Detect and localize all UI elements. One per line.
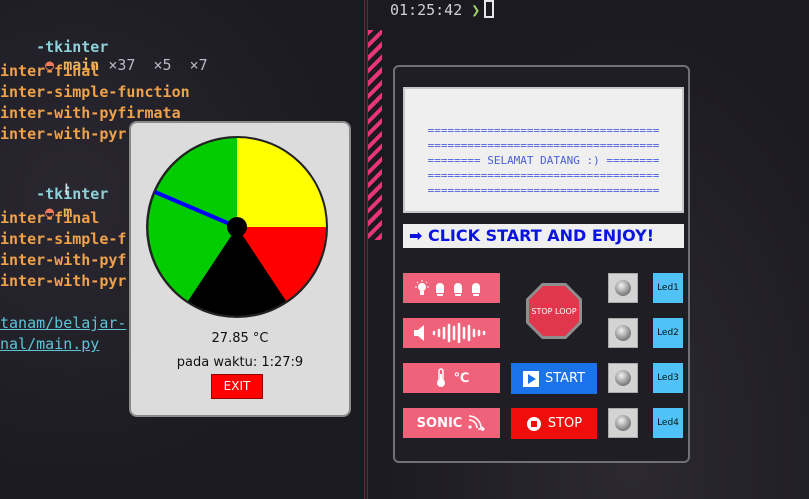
gauge-hub xyxy=(227,217,247,237)
list-item: inter-simple-f xyxy=(0,230,127,248)
ultrasonic-wave-icon xyxy=(468,415,486,431)
welcome-line: =================================== xyxy=(427,124,660,137)
list-item: inter-simple-function xyxy=(0,83,190,101)
stop-loop-label: STOP LOOP xyxy=(531,307,576,316)
prompt-dir: -tkinter xyxy=(36,38,109,56)
led-indicator-2 xyxy=(608,318,638,348)
buzzer-button[interactable] xyxy=(403,318,500,348)
path-link[interactable]: nal/main.py xyxy=(0,335,99,353)
control-panel-window[interactable]: =================================== =====… xyxy=(393,65,690,463)
list-item: inter-final xyxy=(0,209,100,227)
led4-button[interactable]: Led4 xyxy=(653,408,683,438)
list-item: inter-with-pyr xyxy=(0,272,127,290)
sonic-label: SONIC xyxy=(416,415,463,431)
decorative-stripe xyxy=(368,30,382,240)
temperature-button[interactable]: ℃ xyxy=(403,363,500,393)
i-beam-cursor-icon: I xyxy=(64,180,69,199)
list-item: inter-with-pyfirmata xyxy=(0,104,181,122)
prompt-arrow-icon: ❯ xyxy=(471,1,481,19)
start-label: START xyxy=(544,371,586,386)
stop-loop-button[interactable]: STOP LOOP xyxy=(525,282,583,340)
led-indicator-3 xyxy=(608,363,638,393)
terminal-cursor xyxy=(484,0,495,18)
sound-wave-icon xyxy=(413,323,485,343)
git-stats: ×37 ×5 ×7 xyxy=(99,56,208,74)
welcome-display: =================================== =====… xyxy=(403,87,684,213)
temperature-value: 27.85 °C xyxy=(211,331,269,346)
led2-button[interactable]: Led2 xyxy=(653,318,683,348)
lightbulb-led-icon xyxy=(414,280,480,296)
thermometer-icon xyxy=(436,368,445,387)
timestamp-text: pada waktu: 1:27:9 xyxy=(176,355,304,370)
path-text[interactable]: tanam/belajar- xyxy=(0,314,126,332)
start-button[interactable]: START xyxy=(511,363,597,394)
stop-label: STOP xyxy=(547,416,583,431)
list-item: inter-with-pyr xyxy=(0,125,127,143)
led1-button[interactable]: Led1 xyxy=(653,273,683,303)
prompt-dir: -tkinter xyxy=(36,185,109,203)
temperature-gauge xyxy=(146,136,328,318)
prompt-time: 01:25:42 xyxy=(390,1,463,19)
right-prompt: 01:25:42 ❯ xyxy=(390,0,495,19)
led3-button[interactable]: Led3 xyxy=(653,363,683,393)
stop-button[interactable]: STOP xyxy=(511,408,597,439)
gauge-window[interactable]: 27.85 °C pada waktu: 1:27:9 EXIT xyxy=(129,121,351,417)
led-indicator-1 xyxy=(608,273,638,303)
led-indicator-4 xyxy=(608,408,638,438)
led-button[interactable] xyxy=(403,273,500,303)
start-banner: ➡ CLICK START AND ENJOY! xyxy=(403,224,684,248)
list-item: inter-with-pyf xyxy=(0,251,127,269)
list-item: inter-final xyxy=(0,62,100,80)
stop-icon xyxy=(526,416,541,431)
temperature-unit-label: ℃ xyxy=(453,370,470,386)
welcome-line: =================================== xyxy=(427,139,660,152)
welcome-line: =================================== xyxy=(427,169,660,182)
welcome-line: ======== SELAMAT DATANG :) ======== xyxy=(427,154,660,167)
prompt-line-1: -tkinter ◓ main ×37 ×5 ×7 xyxy=(0,20,208,92)
prompt-line-2: -tkinter ◓ m xyxy=(0,167,108,239)
sonic-button[interactable]: SONIC xyxy=(403,408,500,438)
play-icon xyxy=(522,370,539,387)
gauge-sector-yellow xyxy=(237,138,326,227)
exit-button[interactable]: EXIT xyxy=(211,374,263,399)
welcome-line: =================================== xyxy=(427,184,660,197)
